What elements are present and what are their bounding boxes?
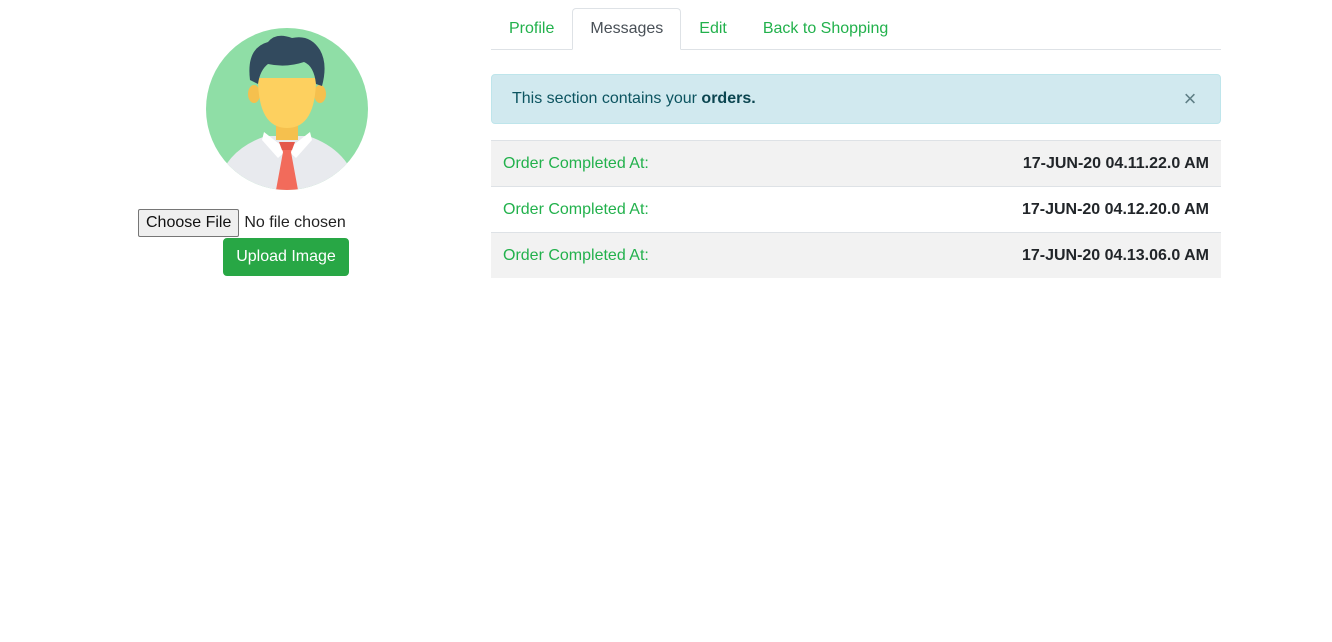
- tab-profile[interactable]: Profile: [491, 8, 572, 49]
- order-label: Order Completed At:: [503, 246, 649, 264]
- close-icon[interactable]: ×: [1182, 88, 1198, 110]
- orders-table: Order Completed At: 17-JUN-20 04.11.22.0…: [491, 140, 1221, 278]
- order-label: Order Completed At:: [503, 200, 649, 218]
- order-time: 17-JUN-20 04.13.06.0 AM: [1021, 246, 1209, 264]
- tab-edit[interactable]: Edit: [681, 8, 745, 49]
- order-time: 17-JUN-20 04.12.20.0 AM: [1021, 200, 1209, 218]
- upload-image-button[interactable]: Upload Image: [223, 238, 349, 276]
- file-status-text: No file chosen: [244, 214, 346, 231]
- nav-tabs: Profile Messages Edit Back to Shopping: [491, 8, 1221, 50]
- file-input[interactable]: Choose File No file chosen: [138, 208, 346, 238]
- order-time: 17-JUN-20 04.11.22.0 AM: [1022, 154, 1209, 172]
- alert-text: This section contains your orders.: [512, 90, 756, 108]
- info-alert: This section contains your orders. ×: [491, 74, 1221, 124]
- tab-back-to-shopping[interactable]: Back to Shopping: [745, 8, 906, 49]
- table-row: Order Completed At: 17-JUN-20 04.12.20.0…: [491, 186, 1221, 232]
- table-row: Order Completed At: 17-JUN-20 04.13.06.0…: [491, 232, 1221, 278]
- alert-text-bold: orders.: [701, 90, 756, 107]
- user-avatar-icon: [206, 28, 368, 190]
- order-label: Order Completed At:: [503, 154, 649, 172]
- table-row: Order Completed At: 17-JUN-20 04.11.22.0…: [491, 140, 1221, 186]
- alert-text-prefix: This section contains your: [512, 90, 702, 107]
- choose-file-button[interactable]: Choose File: [138, 209, 240, 237]
- tab-messages[interactable]: Messages: [572, 8, 682, 50]
